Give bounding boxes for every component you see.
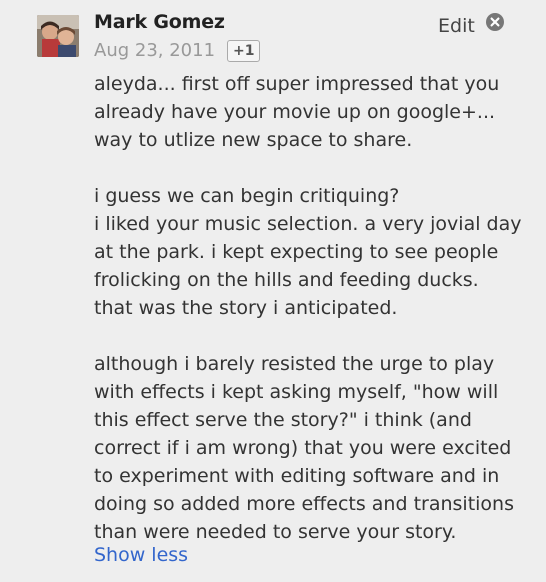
comment-line: although i barely resisted the urge to p… xyxy=(94,353,495,375)
comment-line: i liked your music selection. a very jov… xyxy=(94,213,522,235)
comment-line: aleyda... first off super impressed that… xyxy=(94,73,500,95)
avatar-photo-icon xyxy=(37,15,79,57)
comment-card: Mark Gomez Aug 23, 2011 +1 Edit aleyda..… xyxy=(0,0,546,582)
comment-line: i guess we can begin critiquing? xyxy=(94,185,400,207)
close-icon[interactable] xyxy=(486,13,504,31)
comment-line: frolicking on the hills and feeding duck… xyxy=(94,269,479,291)
comment-line: already have your movie up on google+... xyxy=(94,101,496,123)
comment-line: this effect serve the story?" i think (a… xyxy=(94,409,472,431)
edit-button[interactable]: Edit xyxy=(438,15,475,37)
comment-body: aleyda... first off super impressed that… xyxy=(94,70,534,546)
comment-line: with effects i kept asking myself, "how … xyxy=(94,381,499,403)
avatar[interactable] xyxy=(37,15,79,57)
show-less-link[interactable]: Show less xyxy=(94,541,188,569)
comment-line: that was the story i anticipated. xyxy=(94,297,398,319)
comment-line: to experiment with editing software and … xyxy=(94,465,500,487)
comment-line: way to utlize new space to share. xyxy=(94,129,413,151)
plus-one-button[interactable]: +1 xyxy=(227,40,261,62)
comment-line: at the park. i kept expecting to see peo… xyxy=(94,241,499,263)
author-name[interactable]: Mark Gomez xyxy=(94,11,225,33)
comment-line: doing so added more effects and transiti… xyxy=(94,493,514,515)
comment-date: Aug 23, 2011 xyxy=(94,40,216,61)
comment-line: correct if i am wrong) that you were exc… xyxy=(94,437,512,459)
